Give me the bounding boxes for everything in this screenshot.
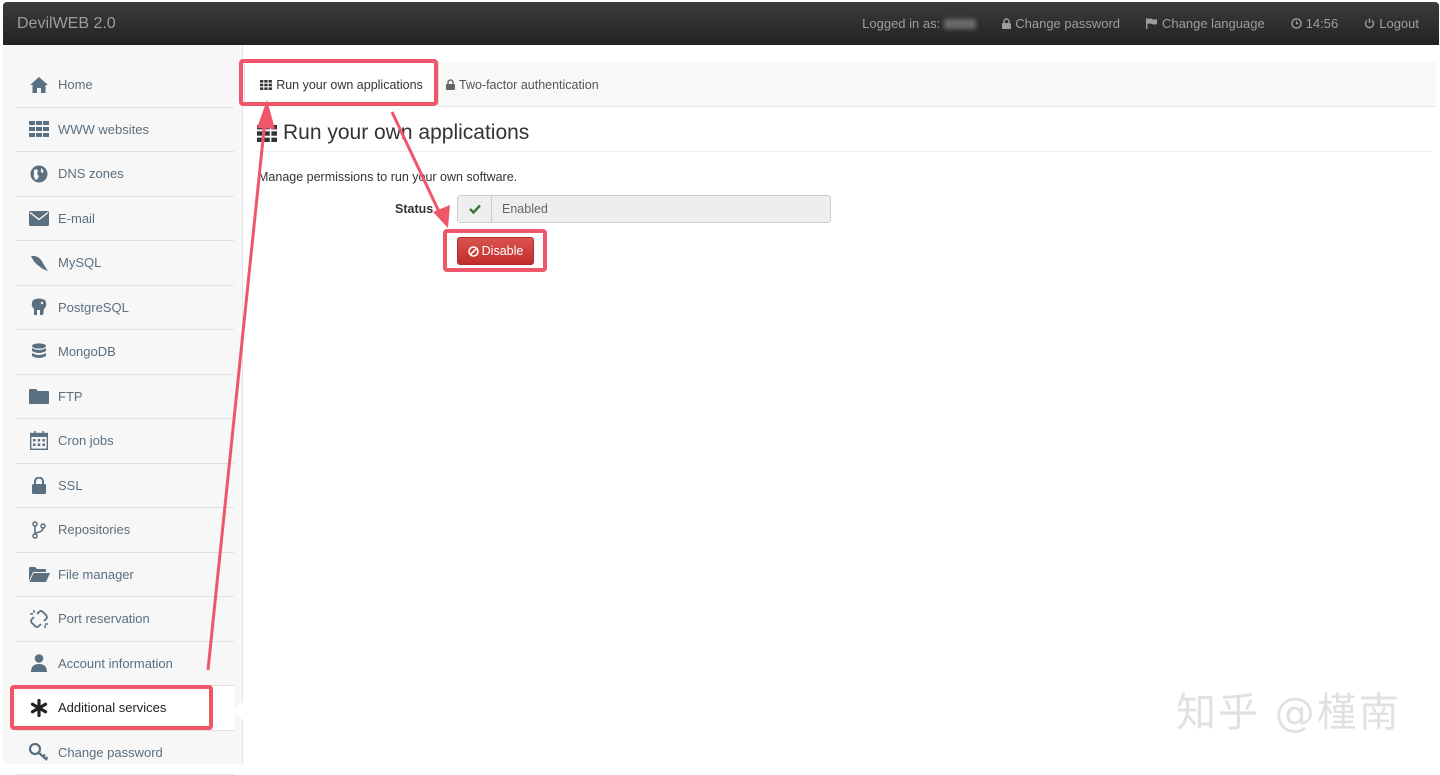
arrowhead-down bbox=[433, 205, 450, 228]
arrow-sidebar-to-tab bbox=[208, 120, 265, 670]
arrow-tab-to-button bbox=[392, 112, 442, 218]
annotation-arrows bbox=[0, 0, 1440, 764]
arrowhead-up bbox=[257, 100, 275, 129]
watermark: 知乎 @槿南 bbox=[1176, 680, 1401, 738]
